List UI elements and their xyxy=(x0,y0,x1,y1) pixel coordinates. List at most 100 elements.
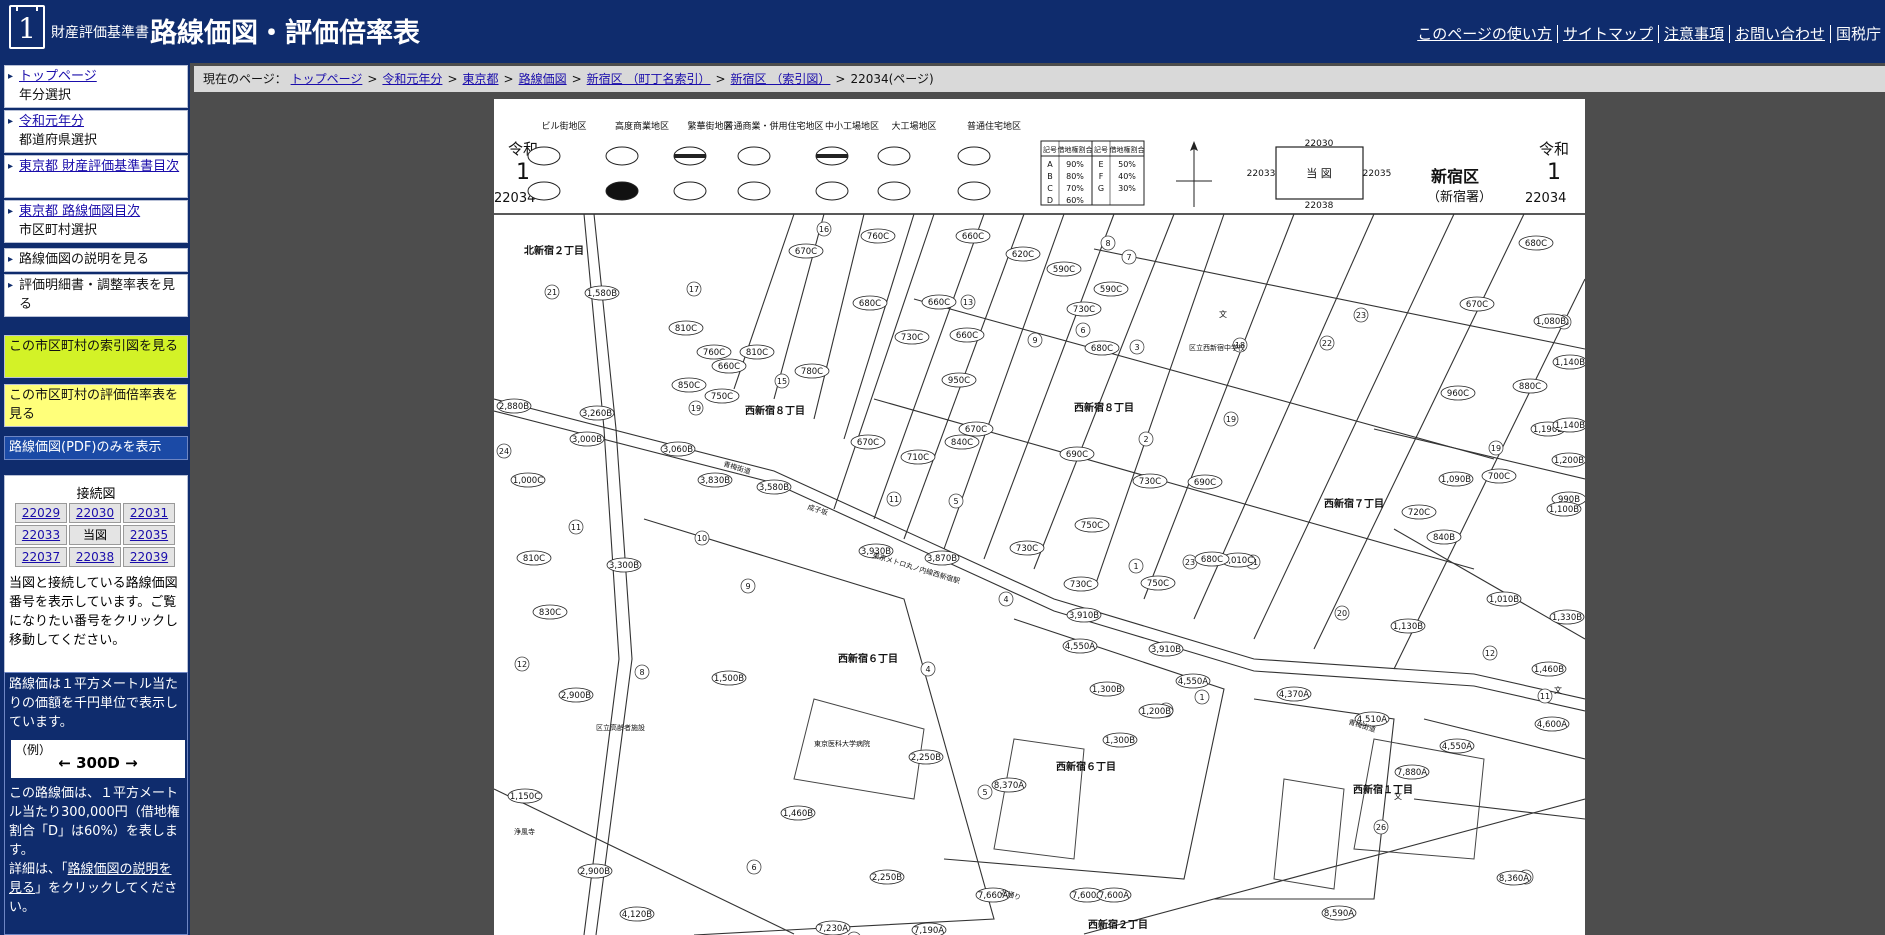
header-link-notes[interactable]: 注意事項 xyxy=(1657,25,1729,43)
site-logo[interactable]: 1 xyxy=(9,5,45,49)
block-number: 8 xyxy=(1105,239,1110,248)
sidebar-link-tokyo-index[interactable]: 東京都 財産評価基準書目次 xyxy=(19,159,179,174)
district-label: 西新宿８丁目 xyxy=(745,404,805,417)
sidebar-link-top-page[interactable]: トップページ xyxy=(19,69,97,84)
route-price-value: 1,200B xyxy=(1141,707,1171,717)
sidebar-link-reiwa-1[interactable]: 令和元年分 xyxy=(19,114,84,129)
map-era-right: 令和 xyxy=(1539,140,1569,158)
connection-cell-22031[interactable]: 22031 xyxy=(123,503,175,523)
breadcrumb-link[interactable]: 東京都 xyxy=(463,72,499,86)
route-price-value: 750C xyxy=(1081,521,1103,531)
ratio-header-cell: 記号 xyxy=(1043,145,1057,154)
legend-symbol-icon xyxy=(527,146,561,166)
header-link-how-to-use[interactable]: このページの使い方 xyxy=(1412,25,1557,43)
route-price-map[interactable]: 令和 1 22034 令和 1 22034 新宿区 （新宿署） ビル街地区 高度商… xyxy=(494,99,1585,935)
road-line xyxy=(1413,798,1585,820)
block-number: 1 xyxy=(1199,693,1204,702)
route-price-value: 590C xyxy=(1053,265,1075,275)
header-agency-name[interactable]: 国税庁 xyxy=(1829,25,1885,43)
connection-link[interactable]: 22033 xyxy=(22,528,60,542)
connection-link[interactable]: 22038 xyxy=(76,550,114,564)
connection-cell-22030[interactable]: 22030 xyxy=(69,503,121,523)
road-line xyxy=(494,410,1585,712)
breadcrumb-link[interactable]: 令和元年分 xyxy=(382,72,442,86)
route-price-value: 1,460B xyxy=(1534,665,1564,675)
multiplier-table-button[interactable]: この市区町村の評価倍率表を見る xyxy=(4,384,188,427)
ratio-cell: 50% xyxy=(1118,160,1136,169)
connection-cell-22038[interactable]: 22038 xyxy=(69,547,121,567)
block-number: 16 xyxy=(819,225,829,234)
route-price-value: 960C xyxy=(1447,389,1469,399)
route-price-value: 1,090B xyxy=(1441,475,1471,485)
adjacent-bottom: 22038 xyxy=(1305,201,1334,211)
legend-title: 大工場地区 xyxy=(891,120,936,132)
connection-link[interactable]: 22031 xyxy=(130,506,168,520)
sidebar-text-statement-adjustment[interactable]: 評価明細書・調整率表を見る xyxy=(19,278,175,312)
connection-link[interactable]: 22035 xyxy=(130,528,168,542)
legend-symbol-icon xyxy=(957,181,991,201)
connection-cell-22035[interactable]: 22035 xyxy=(123,525,175,545)
breadcrumb-separator-icon: > xyxy=(715,72,726,86)
school-symbol-label: 文 xyxy=(1554,685,1562,695)
sidebar-text-prefecture-select: 都道府県選択 xyxy=(19,133,98,148)
route-price-value: 1,330B xyxy=(1552,613,1582,623)
route-price-value: 590C xyxy=(1100,285,1122,295)
sidebar-item-tokyo-route-index[interactable]: 東京都 路線価図目次 市区町村選択 xyxy=(4,200,188,243)
route-price-value: 1,200B xyxy=(1554,456,1584,466)
route-price-value: 1,010B xyxy=(1489,595,1519,605)
breadcrumb-prefix: 現在のページ： xyxy=(203,72,287,86)
route-price-value: 660C xyxy=(956,331,978,341)
pdf-only-button[interactable]: 路線価図(PDF)のみを表示 xyxy=(4,436,188,460)
connection-link[interactable]: 22037 xyxy=(22,550,60,564)
breadcrumb-separator-icon: > xyxy=(503,72,514,86)
sidebar-item-tokyo-index[interactable]: 東京都 財産評価基準書目次 xyxy=(4,155,188,198)
route-price-value: 950C xyxy=(948,376,970,386)
sidebar-text-year-select: 年分選択 xyxy=(19,88,72,103)
block-number: 12 xyxy=(517,660,527,669)
connection-cell-22037[interactable]: 22037 xyxy=(15,547,67,567)
school-symbol-label: 文 xyxy=(1394,791,1402,801)
sidebar-item-reiwa-1[interactable]: 令和元年分 都道府県選択 xyxy=(4,110,188,153)
connection-link[interactable]: 22029 xyxy=(22,506,60,520)
block-number: 2 xyxy=(1143,435,1148,444)
road-line xyxy=(1143,213,1295,600)
route-price-value: 2,880B xyxy=(499,402,529,412)
route-price-value: 840C xyxy=(951,438,973,448)
ratio-cell: A xyxy=(1047,160,1053,169)
block-number: 17 xyxy=(689,285,699,294)
connection-cell-22033[interactable]: 22033 xyxy=(15,525,67,545)
sidebar-link-tokyo-route-index[interactable]: 東京都 路線価図目次 xyxy=(19,204,140,219)
route-price-value: 7,880A xyxy=(1397,768,1427,778)
route-price-value: 700C xyxy=(1488,472,1510,482)
route-price-value: 1,140B xyxy=(1555,358,1585,368)
sidebar-item-route-explanation[interactable]: 路線価図の説明を見る xyxy=(4,248,188,272)
header-link-sitemap[interactable]: サイトマップ xyxy=(1556,25,1658,43)
connection-cell-22029[interactable]: 22029 xyxy=(15,503,67,523)
facility-label: 区立高齢者施設 xyxy=(596,723,645,732)
sidebar-item-top-page[interactable]: トップページ 年分選択 xyxy=(4,65,188,108)
legend-symbol-icon xyxy=(877,181,911,201)
connection-link[interactable]: 22039 xyxy=(130,550,168,564)
legend-title: ビル街地区 xyxy=(541,120,586,132)
sidebar-text-route-explanation[interactable]: 路線価図の説明を見る xyxy=(19,252,149,267)
road-line xyxy=(833,213,935,510)
breadcrumb-link[interactable]: トップページ xyxy=(291,72,363,86)
block-number: 19 xyxy=(1226,415,1236,424)
header-link-contact[interactable]: お問い合わせ xyxy=(1728,25,1830,43)
route-price-value: 720C xyxy=(1408,508,1430,518)
connection-link[interactable]: 22030 xyxy=(76,506,114,520)
breadcrumb-link[interactable]: 新宿区 （町丁名索引） xyxy=(587,72,711,86)
index-map-button[interactable]: この市区町村の索引図を見る xyxy=(4,335,188,378)
connection-cell-22039[interactable]: 22039 xyxy=(123,547,175,567)
breadcrumb-link[interactable]: 新宿区 （索引図） xyxy=(731,72,831,86)
breadcrumb-link[interactable]: 路線価図 xyxy=(519,72,567,86)
route-price-value: 760C xyxy=(703,348,725,358)
route-price-labels: 1,580B760C 660C620C590C590C670C680C730C95… xyxy=(496,228,1585,935)
block-number: 12 xyxy=(1485,649,1495,658)
district-label: 西新宿６丁目 xyxy=(838,652,898,665)
route-price-value: 4,550A xyxy=(1178,677,1208,687)
route-price-value: 2,250B xyxy=(872,873,902,883)
route-price-value: 670C xyxy=(857,438,879,448)
sidebar-item-statement-adjustment[interactable]: 評価明細書・調整率表を見る xyxy=(4,274,188,317)
ratio-cell: 60% xyxy=(1066,196,1084,205)
